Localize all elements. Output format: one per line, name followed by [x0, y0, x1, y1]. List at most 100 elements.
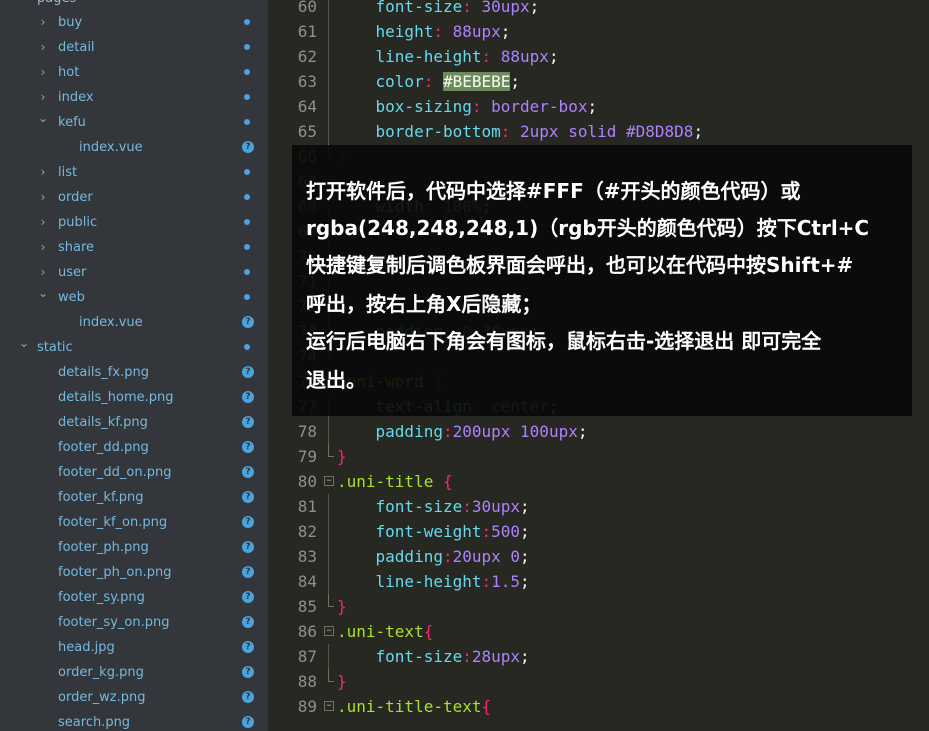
- tree-file[interactable]: search.png?: [0, 710, 268, 731]
- tree-file[interactable]: details_fx.png?: [0, 360, 268, 385]
- code-line[interactable]: 84 line-height:1.5;: [268, 569, 929, 594]
- code-text[interactable]: }: [337, 444, 347, 469]
- tree-folder[interactable]: ⌄ kefu: [0, 110, 268, 135]
- tree-item-label: detail: [58, 40, 95, 55]
- fold-guide: [328, 644, 329, 669]
- tree-folder[interactable]: › share: [0, 235, 268, 260]
- fold-toggle-icon[interactable]: −: [324, 701, 334, 711]
- tree-file[interactable]: index.vue?: [0, 135, 268, 160]
- code-token: :: [423, 72, 443, 91]
- chevron-right-icon[interactable]: ›: [37, 35, 49, 60]
- tree-folder[interactable]: › detail: [0, 35, 268, 60]
- tree-folder[interactable]: › buy: [0, 10, 268, 35]
- fold-end-marker: [328, 444, 334, 457]
- code-line[interactable]: 79}: [268, 444, 929, 469]
- code-line[interactable]: 83 padding:20upx 0;: [268, 544, 929, 569]
- code-line[interactable]: 86− .uni-text{: [268, 619, 929, 644]
- fold-toggle-icon[interactable]: −: [324, 626, 334, 636]
- code-token: ;: [548, 47, 559, 66]
- chevron-down-icon[interactable]: ⌄: [18, 331, 30, 356]
- code-text[interactable]: }: [337, 669, 347, 694]
- tree-file[interactable]: footer_kf.png?: [0, 485, 268, 510]
- code-token: 30upx: [481, 0, 530, 16]
- code-text[interactable]: box-sizing: border-box;: [337, 94, 598, 119]
- tree-file[interactable]: footer_kf_on.png?: [0, 510, 268, 535]
- modified-dot-icon: [244, 94, 250, 100]
- code-line[interactable]: 82 font-weight:500;: [268, 519, 929, 544]
- code-line[interactable]: 60 font-size: 30upx;: [268, 0, 929, 19]
- code-token: :: [462, 497, 472, 516]
- tree-item-label: index.vue: [79, 315, 143, 330]
- tree-folder[interactable]: › order: [0, 185, 268, 210]
- chevron-right-icon[interactable]: ›: [37, 210, 49, 235]
- tree-folder[interactable]: › public: [0, 210, 268, 235]
- tree-file[interactable]: footer_ph.png?: [0, 535, 268, 560]
- chevron-right-icon[interactable]: ›: [37, 10, 49, 35]
- tree-file[interactable]: footer_sy_on.png?: [0, 610, 268, 635]
- code-text[interactable]: line-height:1.5;: [337, 569, 530, 594]
- tree-file[interactable]: footer_ph_on.png?: [0, 560, 268, 585]
- code-text[interactable]: font-size:30upx;: [337, 494, 530, 519]
- code-text[interactable]: color: #BEBEBE;: [337, 69, 520, 94]
- code-text[interactable]: line-height: 88upx;: [337, 44, 559, 69]
- tree-item-label: footer_ph_on.png: [58, 565, 172, 580]
- code-line[interactable]: 63 color: #BEBEBE;: [268, 69, 929, 94]
- untracked-question-icon: ?: [242, 566, 254, 578]
- chevron-down-icon[interactable]: ⌄: [37, 106, 49, 131]
- code-line[interactable]: 85}: [268, 594, 929, 619]
- code-token: 30upx: [471, 497, 521, 516]
- code-line[interactable]: 65 border-bottom: 2upx solid #D8D8D8;: [268, 119, 929, 144]
- code-text[interactable]: padding:20upx 0;: [337, 544, 530, 569]
- code-line[interactable]: 64 box-sizing: border-box;: [268, 94, 929, 119]
- code-text[interactable]: padding:200upx 100upx;: [337, 419, 588, 444]
- code-text[interactable]: font-weight:500;: [337, 519, 530, 544]
- code-text[interactable]: .uni-title {: [337, 469, 453, 494]
- untracked-question-icon: ?: [242, 491, 254, 503]
- code-text[interactable]: font-size:28upx;: [337, 644, 530, 669]
- tree-folder[interactable]: ⌄ web: [0, 285, 268, 310]
- code-line[interactable]: 89− .uni-title-text{: [268, 694, 929, 719]
- code-text[interactable]: }: [337, 594, 347, 619]
- tree-folder[interactable]: ⌄ static: [0, 335, 268, 360]
- tree-file[interactable]: footer_dd.png?: [0, 435, 268, 460]
- code-text[interactable]: height: 88upx;: [337, 19, 511, 44]
- tree-file[interactable]: details_kf.png?: [0, 410, 268, 435]
- chevron-right-icon[interactable]: ›: [37, 235, 49, 260]
- code-text[interactable]: font-size: 30upx;: [337, 0, 540, 19]
- overlay-text-line: 快捷键复制后调色板界面会呼出，也可以在代码中按Shift+#: [306, 253, 854, 277]
- tree-file[interactable]: footer_sy.png?: [0, 585, 268, 610]
- chevron-down-icon[interactable]: ⌄: [37, 281, 49, 306]
- code-token: .uni-title: [337, 472, 443, 491]
- tree-file[interactable]: order_kg.png?: [0, 660, 268, 685]
- code-line[interactable]: 88}: [268, 669, 929, 694]
- tree-folder[interactable]: › list: [0, 160, 268, 185]
- code-text[interactable]: .uni-text{: [337, 619, 433, 644]
- tree-file[interactable]: details_home.png?: [0, 385, 268, 410]
- code-line[interactable]: 62 line-height: 88upx;: [268, 44, 929, 69]
- chevron-right-icon[interactable]: ›: [37, 160, 49, 185]
- code-token: 500: [491, 522, 521, 541]
- code-line[interactable]: 81 font-size:30upx;: [268, 494, 929, 519]
- code-line[interactable]: 61 height: 88upx;: [268, 19, 929, 44]
- code-token: ;: [520, 572, 530, 591]
- tree-file[interactable]: order_wz.png?: [0, 685, 268, 710]
- code-text[interactable]: .uni-title-text{: [337, 694, 491, 719]
- tree-item-label: hot: [58, 65, 80, 80]
- code-line[interactable]: 80− .uni-title {: [268, 469, 929, 494]
- fold-guide: [328, 544, 329, 569]
- tree-folder-pages[interactable]: pages: [37, 0, 76, 6]
- fold-toggle-icon[interactable]: −: [324, 476, 334, 486]
- code-line[interactable]: 78 padding:200upx 100upx;: [268, 419, 929, 444]
- code-line[interactable]: 87 font-size:28upx;: [268, 644, 929, 669]
- line-number: 65: [297, 122, 317, 141]
- chevron-right-icon[interactable]: ›: [37, 60, 49, 85]
- tree-folder[interactable]: › hot: [0, 60, 268, 85]
- line-number: 85: [297, 597, 317, 616]
- fold-guide: [328, 44, 329, 69]
- tree-file[interactable]: footer_dd_on.png?: [0, 460, 268, 485]
- tree-file[interactable]: head.jpg?: [0, 635, 268, 660]
- tree-item-label: footer_sy.png: [58, 590, 145, 605]
- tree-file[interactable]: index.vue?: [0, 310, 268, 335]
- chevron-right-icon[interactable]: ›: [37, 185, 49, 210]
- code-text[interactable]: border-bottom: 2upx solid #D8D8D8;: [337, 119, 704, 144]
